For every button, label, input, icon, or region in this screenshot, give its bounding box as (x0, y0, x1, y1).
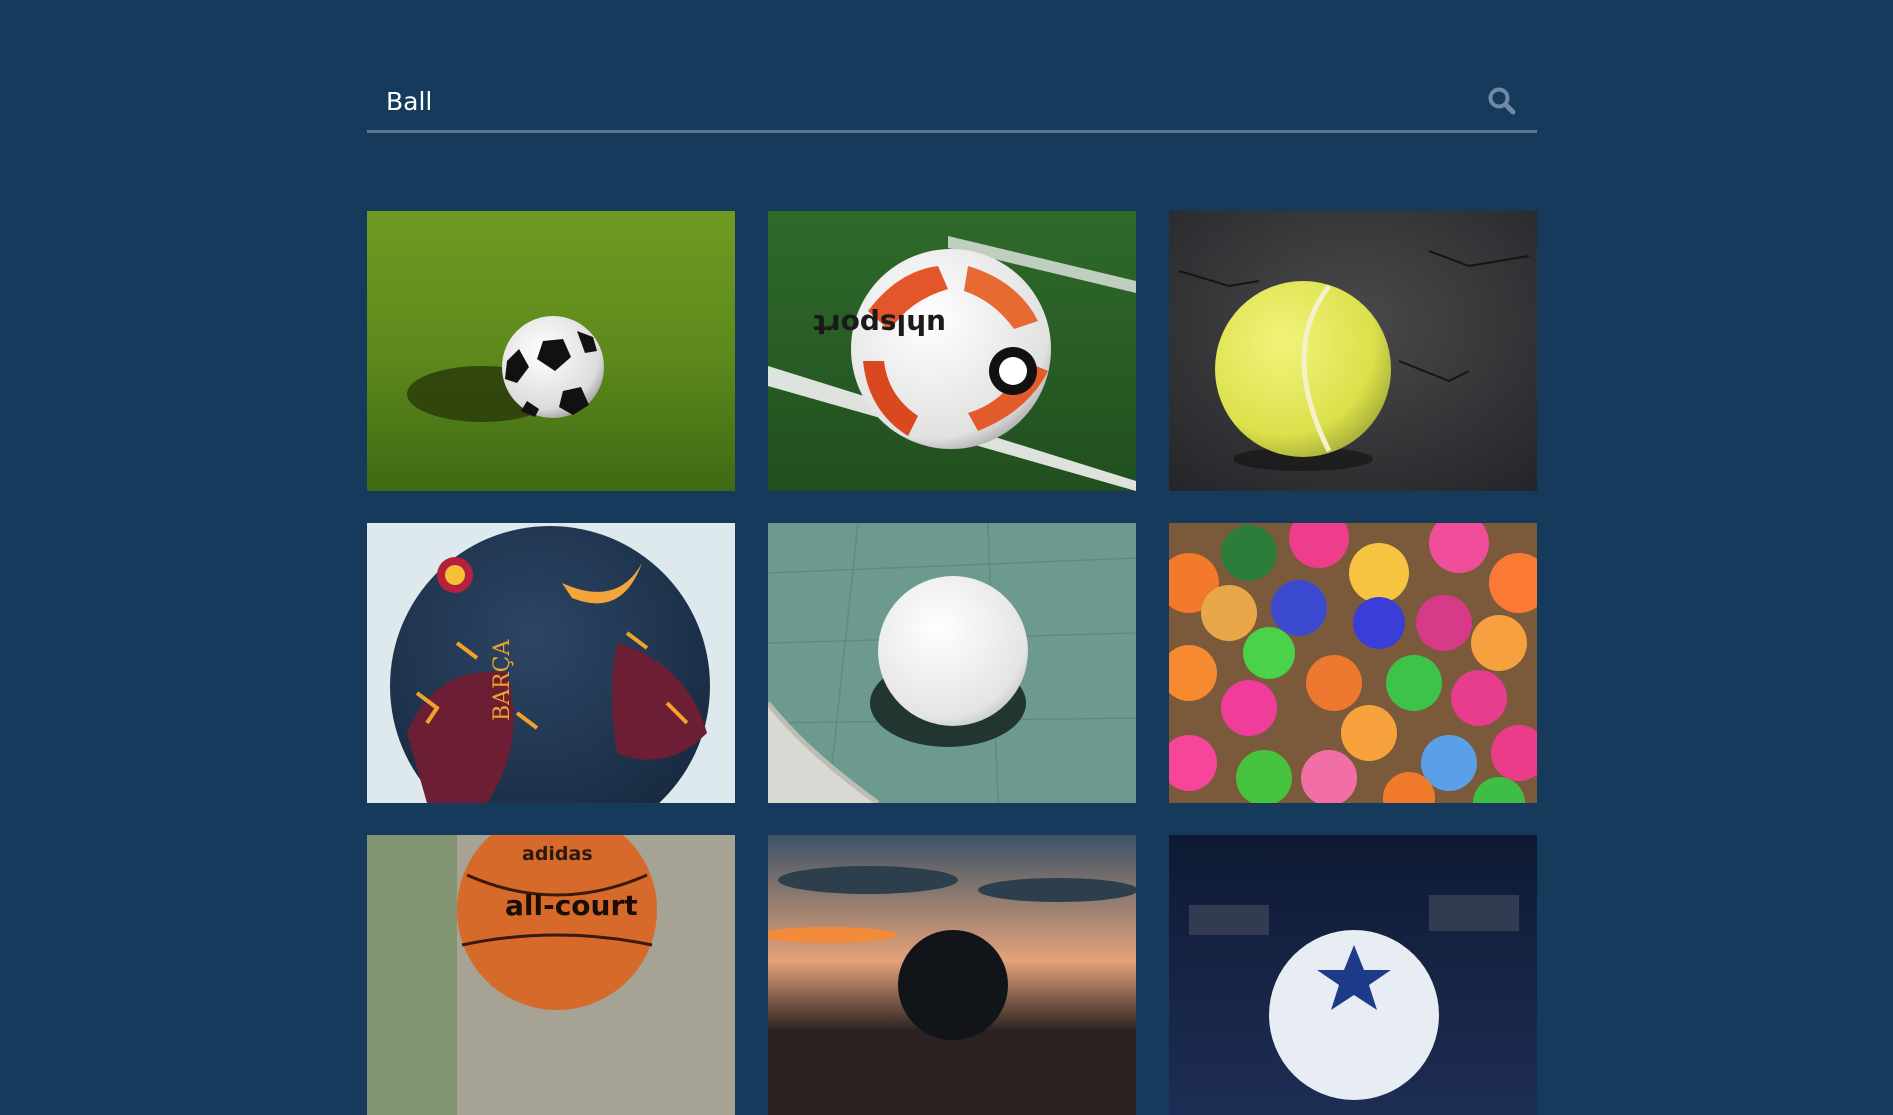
barca-ball-text: BARÇA (490, 639, 515, 721)
result-image-champions-ball[interactable] (1169, 835, 1537, 1115)
search-button[interactable] (1485, 84, 1519, 118)
adidas-model-text: all-court (505, 889, 638, 922)
result-image-sunset-ball[interactable] (768, 835, 1136, 1115)
adidas-brand-text: adidas (522, 843, 593, 865)
search-bar (367, 72, 1537, 133)
result-image-tennis-ball[interactable] (1169, 211, 1537, 491)
result-image-barca-ball[interactable]: BARÇA (367, 523, 735, 803)
search-icon (1488, 87, 1516, 115)
result-image-adidas-basketball[interactable]: adidas all-court (367, 835, 735, 1115)
result-image-white-ball[interactable] (768, 523, 1136, 803)
uhlsport-logo-text: uhlsport (813, 308, 946, 341)
search-input[interactable] (367, 72, 1467, 130)
result-image-soccer-grass[interactable] (367, 211, 735, 491)
result-image-ball-pit[interactable] (1169, 523, 1537, 803)
result-image-uhlsport-ball[interactable]: uhlsport (768, 211, 1136, 491)
